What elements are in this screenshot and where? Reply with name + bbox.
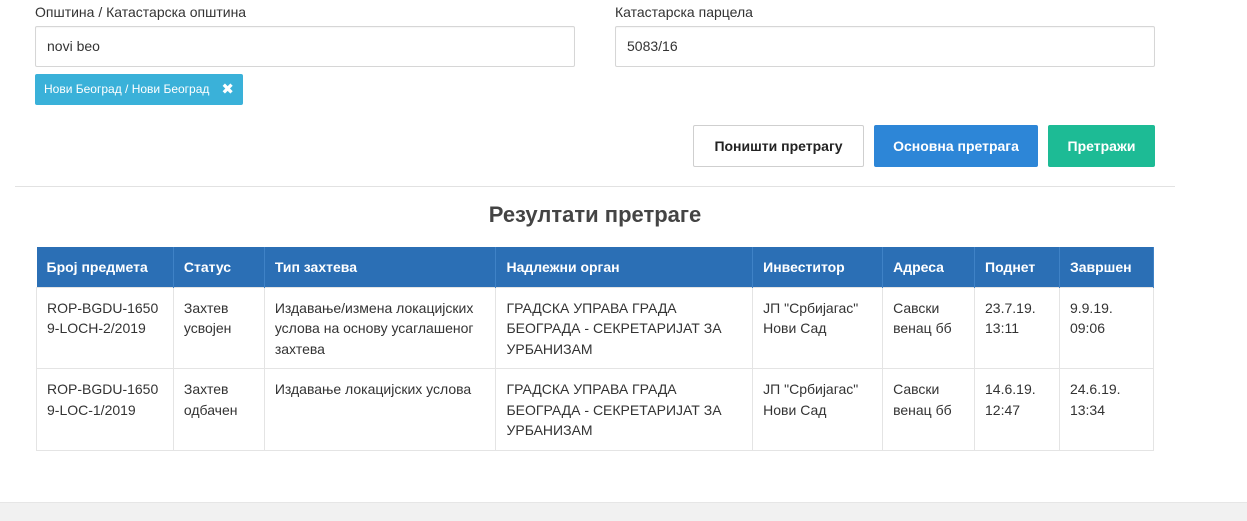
cell-submitted: 14.6.19. 12:47 — [974, 368, 1060, 451]
column-header-authority[interactable]: Надлежни орган — [495, 247, 754, 287]
cell-completed: 24.6.19. 13:34 — [1058, 368, 1155, 451]
column-header-investor[interactable]: Инвеститор — [752, 247, 884, 287]
column-header-address[interactable]: Адреса — [882, 247, 976, 287]
table-row[interactable]: ROP-BGDU-16509-LOCH-2/2019 Захтев усвоје… — [36, 286, 1155, 369]
cell-request-type: Издавање/измена локацијских услова на ос… — [263, 286, 497, 369]
cell-status: Захтев одбачен — [172, 368, 265, 451]
cell-request-type: Издавање локацијских услова — [263, 368, 497, 451]
selected-municipality-tag: Нови Београд / Нови Београд ✖ — [35, 74, 243, 105]
municipality-input[interactable]: novi beo — [35, 26, 575, 67]
cell-status: Захтев усвојен — [172, 286, 265, 369]
column-header-status[interactable]: Статус — [173, 247, 265, 287]
cell-investor: ЈП "Србијагас" Нови Сад — [752, 286, 884, 369]
cell-case-number[interactable]: ROP-BGDU-16509-LOCH-2/2019 — [36, 286, 174, 369]
results-title: Резултати претраге — [488, 202, 702, 227]
parcel-label: Катастарска парцела — [615, 4, 753, 20]
reset-search-button[interactable]: Поништи претрагу — [693, 125, 864, 167]
municipality-label: Општина / Катастарска општина — [35, 4, 247, 20]
column-header-request-type[interactable]: Тип захтева — [264, 247, 497, 287]
remove-tag-icon[interactable]: ✖ — [221, 82, 234, 97]
basic-search-button[interactable]: Основна претрага — [874, 125, 1038, 167]
column-header-submitted[interactable]: Поднет — [974, 247, 1060, 287]
results-table: Број предмета Статус Тип захтева Надлежн… — [36, 247, 1155, 451]
table-header-row: Број предмета Статус Тип захтева Надлежн… — [36, 247, 1155, 287]
cell-investor: ЈП "Србијагас" Нови Сад — [752, 368, 884, 451]
cell-completed: 9.9.19. 09:06 — [1058, 286, 1155, 369]
cell-address: Савски венац бб — [882, 368, 976, 451]
cell-address: Савски венац бб — [882, 286, 976, 369]
divider — [15, 186, 1175, 187]
table-row[interactable]: ROP-BGDU-16509-LOC-1/2019 Захтев одбачен… — [36, 368, 1155, 451]
footer-bar — [0, 502, 1247, 521]
cell-case-number[interactable]: ROP-BGDU-16509-LOC-1/2019 — [36, 368, 174, 451]
cell-submitted: 23.7.19. 13:11 — [974, 286, 1060, 369]
column-header-case-number[interactable]: Број предмета — [36, 247, 174, 287]
cell-authority: ГРАДСКА УПРАВА ГРАДА БЕОГРАДА - СЕКРЕТАР… — [495, 286, 754, 369]
selected-municipality-tag-label: Нови Београд / Нови Београд — [44, 82, 210, 96]
cell-authority: ГРАДСКА УПРАВА ГРАДА БЕОГРАДА - СЕКРЕТАР… — [495, 368, 754, 451]
parcel-input[interactable]: 5083/16 — [615, 26, 1155, 67]
column-header-completed[interactable]: Завршен — [1059, 247, 1155, 287]
search-button[interactable]: Претражи — [1048, 125, 1155, 167]
